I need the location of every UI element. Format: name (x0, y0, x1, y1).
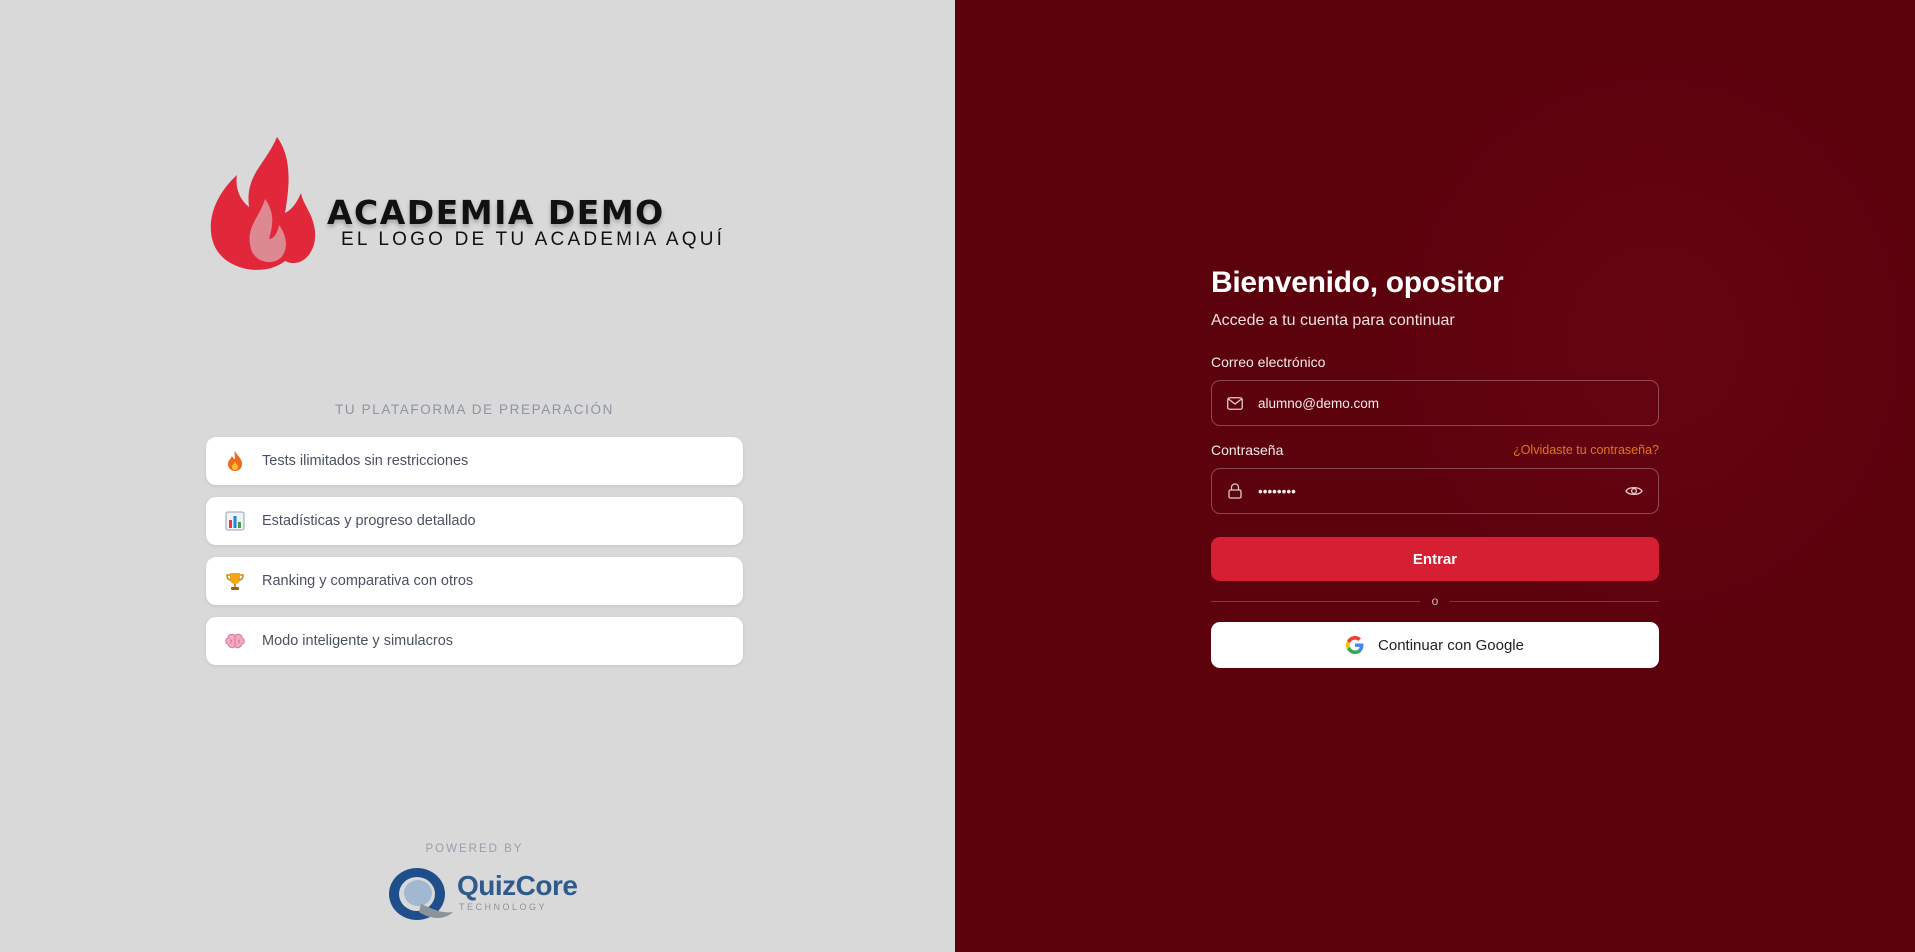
password-label: Contraseña (1211, 442, 1284, 458)
quizcore-wordmark: QuizCore (457, 870, 578, 901)
login-panel: Bienvenido, opositor Accede a tu cuenta … (955, 0, 1915, 952)
divider-line (1450, 600, 1659, 602)
academy-logo: ACADEMIA DEMO EL LOGO DE TU ACADEMIA AQU… (205, 135, 722, 275)
powered-by-label: POWERED BY (425, 843, 524, 855)
login-form: Bienvenido, opositor Accede a tu cuenta … (1211, 266, 1659, 668)
quizcore-logo: QuizCore TECHNOLOGY (385, 864, 578, 924)
feature-item: Ranking y comparativa con otros (206, 557, 743, 605)
feature-list: Tests ilimitados sin restricciones Estad… (206, 437, 743, 677)
quizcore-q-icon (389, 868, 453, 920)
or-divider: o (1211, 594, 1659, 608)
brain-icon (222, 628, 248, 654)
google-button-label: Continuar con Google (1378, 636, 1524, 654)
quizcore-subtitle: TECHNOLOGY (459, 902, 548, 912)
flame-logo-icon (210, 137, 316, 270)
feature-item: Tests ilimitados sin restricciones (206, 437, 743, 485)
login-title: Bienvenido, opositor (1211, 266, 1504, 299)
email-label: Correo electrónico (1211, 354, 1326, 370)
email-field (1211, 380, 1659, 426)
divider-text: o (1431, 594, 1439, 608)
feature-label: Modo inteligente y simulacros (262, 633, 454, 649)
forgot-password-link[interactable]: ¿Olvidaste tu contraseña? (1513, 443, 1659, 457)
feature-item: Estadísticas y progreso detallado (206, 497, 743, 545)
password-label-row: Contraseña ¿Olvidaste tu contraseña? (1211, 442, 1659, 458)
login-page: ACADEMIA DEMO EL LOGO DE TU ACADEMIA AQU… (0, 0, 1915, 952)
platform-title: TU PLATAFORMA DE PREPARACIÓN (335, 402, 614, 417)
google-signin-button[interactable]: Continuar con Google (1211, 622, 1659, 668)
brand-panel: ACADEMIA DEMO EL LOGO DE TU ACADEMIA AQU… (0, 0, 955, 952)
bar-chart-icon (222, 508, 248, 534)
google-icon (1346, 636, 1364, 654)
feature-label: Ranking y comparativa con otros (262, 573, 474, 589)
feature-item: Modo inteligente y simulacros (206, 617, 743, 665)
feature-label: Estadísticas y progreso detallado (262, 513, 476, 529)
lock-icon (1226, 482, 1244, 500)
academy-name: ACADEMIA DEMO (327, 193, 665, 232)
feature-label: Tests ilimitados sin restricciones (262, 453, 469, 469)
mail-icon (1226, 394, 1244, 412)
trophy-icon (222, 568, 248, 594)
submit-button[interactable]: Entrar (1211, 537, 1659, 581)
academy-tagline: EL LOGO DE TU ACADEMIA AQUÍ (341, 229, 726, 250)
eye-icon[interactable] (1624, 481, 1644, 501)
divider-line (1211, 600, 1420, 602)
email-input[interactable] (1256, 394, 1658, 412)
fire-icon (222, 448, 248, 474)
password-field (1211, 468, 1659, 514)
password-input[interactable] (1256, 482, 1624, 500)
login-subtitle: Accede a tu cuenta para continuar (1211, 312, 1455, 329)
